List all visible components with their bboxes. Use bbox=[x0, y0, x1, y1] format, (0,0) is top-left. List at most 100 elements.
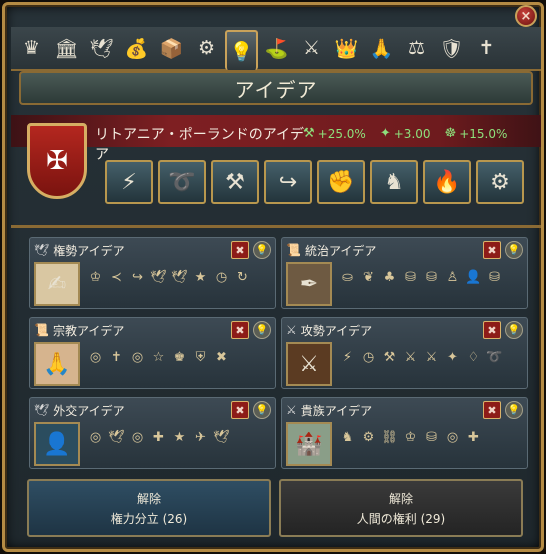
idea-group-title: 📜 統治アイデア bbox=[286, 241, 376, 259]
idea-icon[interactable]: ⛁ bbox=[401, 270, 420, 285]
national-idea-icon[interactable]: ♞ bbox=[370, 160, 418, 204]
unlock-policy-left-button[interactable]: 解除 権力分立 (26) bbox=[27, 479, 271, 537]
national-idea-icon[interactable]: ⚙ bbox=[476, 160, 524, 204]
idea-group[interactable]: 🕊 権勢アイデア ✖ 💡 ✍ ♔ ≺ ↪ 🕊 🕊 ★ ◷ ↻ bbox=[29, 237, 276, 309]
idea-icon[interactable]: ★ bbox=[170, 430, 189, 445]
government-tab-icon[interactable]: 🛡 bbox=[435, 30, 468, 66]
idea-icon[interactable]: ◎ bbox=[86, 350, 105, 365]
idea-icon[interactable]: 🕊 bbox=[149, 270, 168, 285]
idea-icon[interactable]: ♔ bbox=[86, 270, 105, 285]
lightbulb-icon[interactable]: 💡 bbox=[253, 241, 271, 259]
lightbulb-icon[interactable]: 💡 bbox=[505, 401, 523, 419]
idea-icons: ⛀ ❦ ♣ ⛁ ⛁ ♙ 👤 ⛁ bbox=[338, 270, 504, 285]
idea-icon[interactable]: ◎ bbox=[86, 430, 105, 445]
idea-group-category-icon: ⚔ bbox=[286, 323, 297, 337]
crown-tab-icon[interactable]: ♛ bbox=[15, 30, 48, 66]
national-idea-icon[interactable]: ⚡ bbox=[105, 160, 153, 204]
idea-icon[interactable]: ◎ bbox=[128, 430, 147, 445]
national-idea-icon[interactable]: 🔥 bbox=[423, 160, 471, 204]
idea-icon[interactable]: ⚙ bbox=[359, 430, 378, 445]
idea-icon[interactable]: ◎ bbox=[443, 430, 462, 445]
idea-icon[interactable]: ♚ bbox=[170, 350, 189, 365]
idea-icon[interactable]: ♔ bbox=[401, 430, 420, 445]
unlock-policy-right-button[interactable]: 解除 人間の権利 (29) bbox=[279, 479, 523, 537]
national-idea-icon[interactable]: ⚒ bbox=[211, 160, 259, 204]
colonization-tab-icon[interactable]: ⛳ bbox=[260, 30, 293, 66]
idea-icon[interactable]: 👤 bbox=[464, 270, 483, 285]
trade-tab-icon[interactable]: 📦 bbox=[155, 30, 188, 66]
economy-tab-icon[interactable]: 💰 bbox=[120, 30, 153, 66]
idea-group[interactable]: ⚔ 貴族アイデア ✖ 💡 🏰 ♞ ⚙ ⛓ ♔ ⛁ ◎ ✚ bbox=[281, 397, 528, 469]
idea-icon[interactable]: ♞ bbox=[338, 430, 357, 445]
idea-icon[interactable]: ⛓ bbox=[380, 430, 399, 445]
military-tab-icon[interactable]: ⚔ bbox=[295, 30, 328, 66]
diplomacy-tab-icon[interactable]: 🕊 bbox=[85, 30, 118, 66]
idea-icon[interactable]: ◷ bbox=[212, 270, 231, 285]
religion-tab-icon[interactable]: 🙏 bbox=[365, 30, 398, 66]
abandon-idea-group-button[interactable]: ✖ bbox=[231, 321, 249, 339]
idea-icon[interactable]: ◷ bbox=[359, 350, 378, 365]
idea-icon[interactable]: ★ bbox=[191, 270, 210, 285]
idea-icon[interactable]: ✚ bbox=[149, 430, 168, 445]
idea-icon[interactable]: ↻ bbox=[233, 270, 252, 285]
idea-icon[interactable]: ⛀ bbox=[338, 270, 357, 285]
lightbulb-icon[interactable]: 💡 bbox=[505, 241, 523, 259]
abandon-idea-group-button[interactable]: ✖ bbox=[483, 321, 501, 339]
idea-icon[interactable]: ✖ bbox=[212, 350, 231, 365]
idea-group[interactable]: 📜 統治アイデア ✖ 💡 ✒ ⛀ ❦ ♣ ⛁ ⛁ ♙ 👤 ⛁ bbox=[281, 237, 528, 309]
idea-icon[interactable]: ⚔ bbox=[401, 350, 420, 365]
idea-icon[interactable]: ⚔ bbox=[422, 350, 441, 365]
idea-icon[interactable]: ◎ bbox=[128, 350, 147, 365]
idea-icon[interactable]: 🕊 bbox=[212, 430, 231, 445]
idea-icon[interactable]: 🕊 bbox=[107, 430, 126, 445]
idea-group-portrait: 🏰 bbox=[286, 422, 332, 466]
national-idea-icon[interactable]: ➰ bbox=[158, 160, 206, 204]
idea-icon[interactable]: ✈ bbox=[191, 430, 210, 445]
idea-icon[interactable]: ✦ bbox=[443, 350, 462, 365]
idea-icon[interactable]: ❦ bbox=[359, 270, 378, 285]
idea-icon[interactable]: ✝ bbox=[107, 350, 126, 365]
idea-icon[interactable]: ➰ bbox=[485, 350, 504, 365]
idea-icon[interactable]: ≺ bbox=[107, 270, 126, 285]
idea-group-category-icon: 📜 bbox=[34, 323, 49, 337]
idea-icon[interactable]: ⚒ bbox=[380, 350, 399, 365]
abandon-idea-group-button[interactable]: ✖ bbox=[231, 241, 249, 259]
idea-icon[interactable]: ✚ bbox=[464, 430, 483, 445]
idea-icon[interactable]: ♢ bbox=[464, 350, 483, 365]
subjects-tab-icon[interactable]: 👑 bbox=[330, 30, 363, 66]
idea-icons: ◎ 🕊 ◎ ✚ ★ ✈ 🕊 bbox=[86, 430, 231, 445]
court-tab-icon[interactable]: 🏛 bbox=[50, 30, 83, 66]
idea-icon[interactable]: ↪ bbox=[128, 270, 147, 285]
national-idea-icon[interactable]: ↪ bbox=[264, 160, 312, 204]
national-idea-icons: ⚡ ➰ ⚒ ↪ ✊ ♞ 🔥 ⚙ bbox=[105, 160, 524, 204]
idea-icon[interactable]: ⛁ bbox=[485, 270, 504, 285]
idea-icon[interactable]: ♣ bbox=[380, 270, 399, 285]
missions-tab-icon[interactable]: ✝ bbox=[470, 30, 503, 66]
national-modifiers: ⚒ +25.0% ✦ +3.00 ☸ +15.0% bbox=[303, 126, 507, 141]
abandon-idea-group-button[interactable]: ✖ bbox=[231, 401, 249, 419]
production-tab-icon[interactable]: ⚙ bbox=[190, 30, 223, 66]
lightbulb-icon[interactable]: 💡 bbox=[253, 321, 271, 339]
idea-group[interactable]: ⚔ 攻勢アイデア ✖ 💡 ⚔ ⚡ ◷ ⚒ ⚔ ⚔ ✦ ♢ ➰ bbox=[281, 317, 528, 389]
idea-icon[interactable]: ⛁ bbox=[422, 430, 441, 445]
idea-icon[interactable]: 🕊 bbox=[170, 270, 189, 285]
lightbulb-icon[interactable]: 💡 bbox=[505, 321, 523, 339]
idea-icon[interactable]: ♙ bbox=[443, 270, 462, 285]
idea-group-title: ⚔ 攻勢アイデア bbox=[286, 321, 372, 339]
estates-tab-icon[interactable]: ⚖ bbox=[400, 30, 433, 66]
idea-group[interactable]: 🕊 外交アイデア ✖ 💡 👤 ◎ 🕊 ◎ ✚ ★ ✈ 🕊 bbox=[29, 397, 276, 469]
idea-icon[interactable]: ⛁ bbox=[422, 270, 441, 285]
abandon-idea-group-button[interactable]: ✖ bbox=[483, 401, 501, 419]
idea-group-category-icon: 🕊 bbox=[34, 403, 50, 417]
lightbulb-icon[interactable]: 💡 bbox=[253, 401, 271, 419]
idea-icon[interactable]: ⛨ bbox=[191, 350, 210, 365]
national-idea-icon[interactable]: ✊ bbox=[317, 160, 365, 204]
idea-icon[interactable]: ⚡ bbox=[338, 350, 357, 365]
idea-icon[interactable]: ☆ bbox=[149, 350, 168, 365]
idea-group-title: 🕊 外交アイデア bbox=[34, 401, 125, 419]
idea-group[interactable]: 📜 宗教アイデア ✖ 💡 🙏 ◎ ✝ ◎ ☆ ♚ ⛨ ✖ bbox=[29, 317, 276, 389]
close-button[interactable]: × bbox=[515, 5, 537, 27]
idea-group-portrait: 👤 bbox=[34, 422, 80, 466]
ideas-tab-icon[interactable]: 💡 bbox=[225, 30, 258, 70]
abandon-idea-group-button[interactable]: ✖ bbox=[483, 241, 501, 259]
